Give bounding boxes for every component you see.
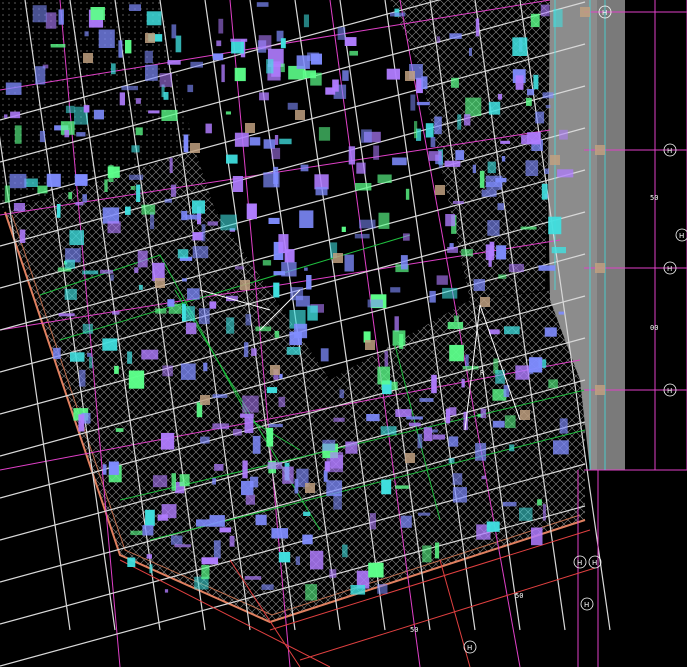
svg-text:H: H xyxy=(592,559,597,567)
svg-text:H: H xyxy=(667,147,672,155)
dimension-text-2: 50 xyxy=(410,626,418,634)
dimension-text-4: 00 xyxy=(650,324,658,332)
axis-bubble-bottom-3: H xyxy=(580,597,594,611)
svg-text:H: H xyxy=(667,387,672,395)
dimension-text-3: 50 xyxy=(650,194,658,202)
svg-text:H: H xyxy=(602,9,607,17)
svg-text:H: H xyxy=(577,559,582,567)
axis-bubble-bottom-1: H xyxy=(573,555,587,569)
gray-wall-inner xyxy=(597,0,625,470)
axis-bubble-right-4: H xyxy=(675,228,687,242)
axis-bubble-bottom-2: H xyxy=(588,555,602,569)
svg-text:H: H xyxy=(679,232,684,240)
svg-text:H: H xyxy=(467,644,472,652)
svg-text:H: H xyxy=(584,601,589,609)
cad-drawing-canvas: H H H H H H H H H 50 50 50 00 R xyxy=(0,0,687,667)
axis-bubble-bottom-4: H xyxy=(463,640,477,654)
svg-text:H: H xyxy=(667,265,672,273)
dimension-text-1: 50 xyxy=(515,592,523,600)
